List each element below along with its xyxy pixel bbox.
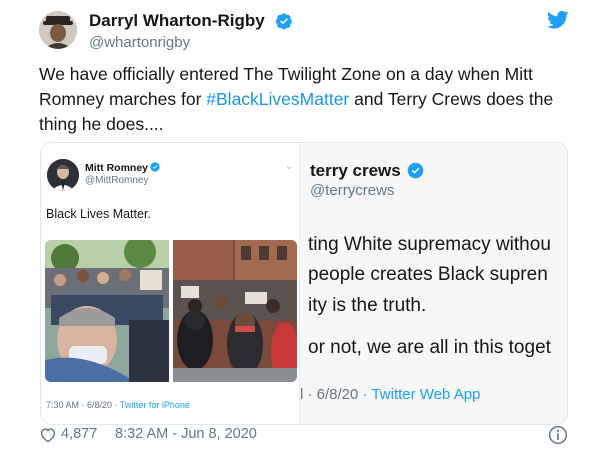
verified-badge-icon xyxy=(275,13,292,30)
author-name[interactable]: Darryl Wharton-Rigby xyxy=(89,11,265,31)
hashtag-link[interactable]: #BlackLivesMatter xyxy=(206,89,349,109)
romney-tweet-text: Black Lives Matter. xyxy=(46,207,151,221)
crews-verified-icon xyxy=(407,162,424,179)
like-count[interactable]: 4,877 xyxy=(61,426,97,442)
crews-name: terry crews xyxy=(310,161,401,180)
crews-text-line: or not, we are all in this toget xyxy=(308,337,551,358)
romney-handle: @MittRomney xyxy=(85,175,149,186)
romney-source: Twitter for iPhone xyxy=(119,400,190,410)
romney-name: Mitt Romney xyxy=(85,162,148,174)
twitter-bird-icon[interactable] xyxy=(547,10,569,30)
crews-text-line: people creates Black supren xyxy=(308,264,548,285)
romney-verified-icon xyxy=(150,162,160,172)
chevron-down-icon: ⌄ xyxy=(285,161,294,172)
romney-avatar xyxy=(47,159,79,191)
romney-photos xyxy=(45,240,297,382)
crews-meta: l · 6/8/20 · Twitter Web App xyxy=(300,386,480,403)
tweet-timestamp[interactable]: 8:32 AM - Jun 8, 2020 xyxy=(115,426,257,442)
crews-text-line: ity is the truth. xyxy=(308,295,427,316)
embedded-romney-tweet: Mitt Romney @MittRomney ⌄ Black Lives Ma… xyxy=(41,143,300,424)
crews-time: l · 6/8/20 · xyxy=(300,386,372,403)
tweet-text: We have officially entered The Twilight … xyxy=(39,62,579,137)
crews-text-line: ting White supremacy withou xyxy=(308,234,551,255)
tweet-media[interactable]: Mitt Romney @MittRomney ⌄ Black Lives Ma… xyxy=(40,142,568,425)
embedded-crews-tweet: terry crews @terrycrews ting White supre… xyxy=(300,143,567,424)
crews-handle: @terrycrews xyxy=(310,182,395,199)
tweet-card: Darryl Wharton-Rigby @whartonrigby We ha… xyxy=(0,0,599,469)
romney-time: 7:30 AM · 6/8/20 · xyxy=(46,400,120,410)
heart-icon[interactable] xyxy=(39,426,57,443)
info-icon[interactable] xyxy=(548,425,568,445)
author-avatar[interactable] xyxy=(39,11,77,49)
romney-meta: 7:30 AM · 6/8/20 · Twitter for iPhone xyxy=(46,400,190,410)
crews-source: Twitter Web App xyxy=(371,386,481,403)
author-handle[interactable]: @whartonrigby xyxy=(89,34,190,51)
